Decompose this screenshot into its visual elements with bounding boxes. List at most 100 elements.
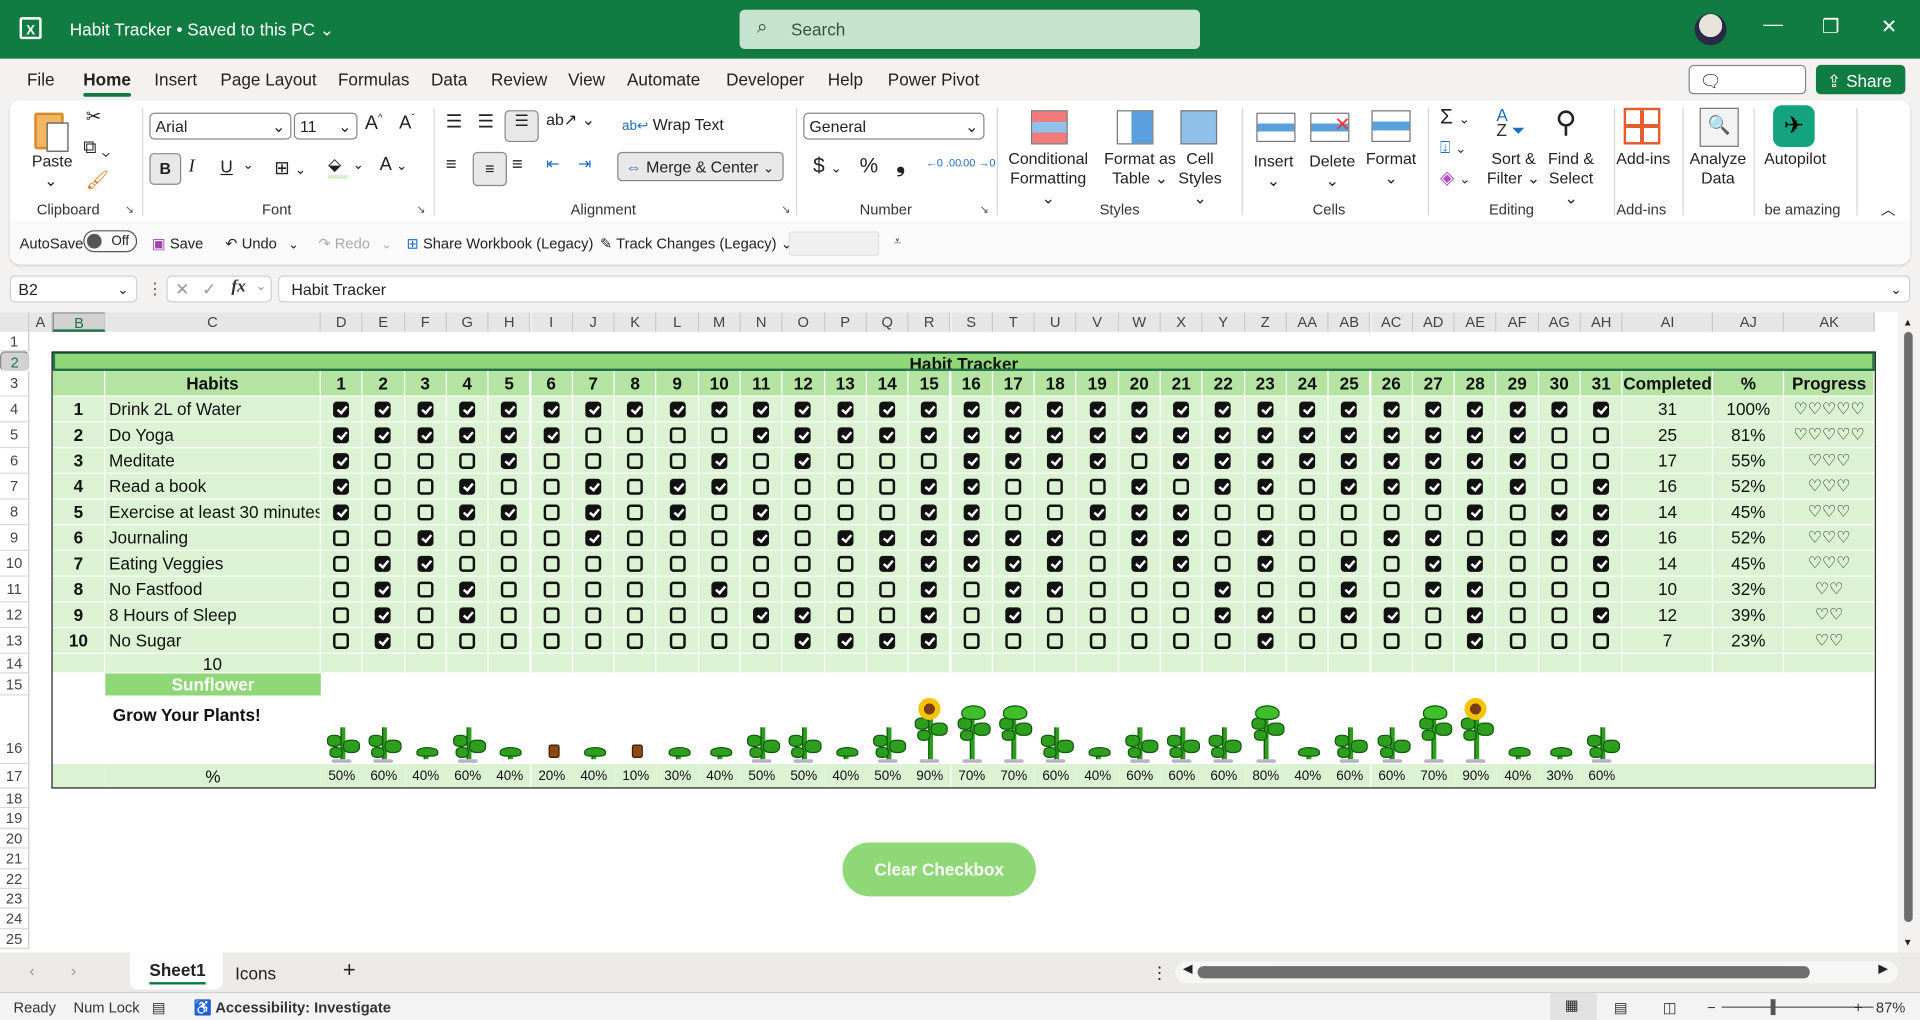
day-percent[interactable]: 70% bbox=[950, 764, 993, 789]
checkbox-unchecked[interactable] bbox=[417, 606, 434, 623]
habit-count[interactable]: 10 bbox=[105, 653, 321, 674]
insert-cells-button[interactable]: Insert ⌄ bbox=[1249, 152, 1298, 191]
day-cell[interactable] bbox=[1202, 473, 1245, 500]
tab-power-pivot[interactable]: Power Pivot bbox=[888, 70, 979, 90]
checkbox-checked[interactable] bbox=[1215, 452, 1232, 469]
header-day[interactable]: 10 bbox=[698, 371, 741, 397]
cell[interactable] bbox=[1713, 764, 1785, 789]
checkbox-checked[interactable] bbox=[1173, 555, 1190, 572]
undo-button[interactable]: ↶ Undo ⌄ bbox=[225, 235, 298, 252]
checkbox-unchecked[interactable] bbox=[753, 452, 770, 469]
row-header[interactable]: 6 bbox=[0, 448, 30, 474]
checkbox-checked[interactable] bbox=[1131, 503, 1148, 520]
column-header[interactable]: X bbox=[1160, 312, 1203, 332]
zoom-slider[interactable] bbox=[1721, 1006, 1874, 1008]
checkbox-unchecked[interactable] bbox=[501, 555, 518, 572]
checkbox-checked[interactable] bbox=[1551, 401, 1568, 417]
checkbox-checked[interactable] bbox=[501, 401, 518, 417]
day-cell[interactable] bbox=[1496, 602, 1539, 629]
habit-number[interactable]: 9 bbox=[52, 602, 106, 629]
header-day[interactable]: 30 bbox=[1538, 371, 1581, 397]
checkbox-unchecked[interactable] bbox=[417, 581, 434, 597]
checkbox-checked[interactable] bbox=[1215, 401, 1232, 417]
day-cell[interactable] bbox=[782, 499, 825, 526]
header-completed[interactable]: Completed bbox=[1622, 371, 1714, 397]
day-cell[interactable] bbox=[362, 422, 405, 449]
checkbox-checked[interactable] bbox=[1383, 478, 1400, 495]
day-cell[interactable] bbox=[1202, 422, 1245, 449]
checkbox-checked[interactable] bbox=[1593, 401, 1610, 417]
copy-icon[interactable]: ⧉ ⌄ bbox=[83, 137, 110, 158]
day-cell[interactable] bbox=[782, 551, 825, 577]
day-cell[interactable] bbox=[1454, 628, 1497, 654]
checkbox-unchecked[interactable] bbox=[669, 555, 686, 572]
day-cell[interactable] bbox=[698, 551, 741, 577]
day-percent[interactable]: 90% bbox=[1454, 764, 1497, 789]
column-header[interactable]: AD bbox=[1412, 312, 1455, 332]
checkbox-unchecked[interactable] bbox=[669, 606, 686, 623]
day-cell[interactable] bbox=[1496, 628, 1539, 654]
header-day[interactable]: 2 bbox=[362, 371, 405, 397]
day-cell[interactable] bbox=[1118, 602, 1161, 629]
column-header[interactable]: AH bbox=[1580, 312, 1623, 332]
day-cell[interactable] bbox=[656, 499, 699, 526]
cell[interactable] bbox=[1580, 653, 1623, 674]
checkbox-unchecked[interactable] bbox=[1131, 581, 1148, 597]
habit-name[interactable]: No Fastfood bbox=[105, 576, 321, 603]
day-cell[interactable] bbox=[1160, 422, 1203, 449]
checkbox-unchecked[interactable] bbox=[1425, 503, 1442, 520]
checkbox-unchecked[interactable] bbox=[1509, 632, 1526, 649]
header-percent[interactable]: % bbox=[1713, 371, 1785, 397]
checkbox-checked[interactable] bbox=[1257, 426, 1274, 443]
worksheet-grid[interactable]: A B C D E F G H I J K L M N O P Q R S T U V W X Y Z AA AB AC AD AE AF AG… bbox=[0, 312, 1898, 953]
percent-label[interactable]: % bbox=[105, 764, 321, 789]
day-cell[interactable] bbox=[950, 576, 993, 603]
checkbox-checked[interactable] bbox=[1593, 529, 1610, 546]
checkbox-unchecked[interactable] bbox=[417, 478, 434, 495]
day-cell[interactable] bbox=[1202, 448, 1245, 474]
scroll-up-icon[interactable]: ▲ bbox=[1903, 317, 1913, 328]
day-cell[interactable] bbox=[1076, 551, 1119, 577]
day-cell[interactable] bbox=[782, 602, 825, 629]
checkbox-checked[interactable] bbox=[1425, 581, 1442, 597]
horizontal-scroll-thumb[interactable] bbox=[1197, 966, 1810, 979]
row-header[interactable]: 3 bbox=[0, 371, 30, 397]
row-header[interactable]: 23 bbox=[0, 888, 30, 910]
day-cell[interactable] bbox=[488, 576, 531, 603]
autosave-toggle[interactable]: Off bbox=[83, 230, 138, 253]
scroll-down-icon[interactable]: ▼ bbox=[1903, 937, 1913, 948]
day-cell[interactable] bbox=[320, 422, 363, 449]
checkbox-checked[interactable] bbox=[1005, 529, 1022, 546]
day-cell[interactable] bbox=[404, 499, 447, 526]
day-cell[interactable] bbox=[992, 628, 1035, 654]
day-cell[interactable] bbox=[488, 499, 531, 526]
checkbox-unchecked[interactable] bbox=[669, 632, 686, 649]
checkbox-unchecked[interactable] bbox=[585, 426, 602, 443]
checkbox-checked[interactable] bbox=[1257, 478, 1274, 495]
header-progress[interactable]: Progress bbox=[1784, 371, 1876, 397]
checkbox-unchecked[interactable] bbox=[627, 426, 644, 443]
checkbox-unchecked[interactable] bbox=[1383, 555, 1400, 572]
checkbox-checked[interactable] bbox=[1131, 478, 1148, 495]
day-cell[interactable] bbox=[656, 576, 699, 603]
day-cell[interactable] bbox=[824, 396, 867, 423]
checkbox-checked[interactable] bbox=[879, 426, 896, 443]
cell[interactable] bbox=[656, 653, 699, 674]
header-day[interactable]: 14 bbox=[866, 371, 909, 397]
day-cell[interactable] bbox=[1496, 499, 1539, 526]
day-cell[interactable] bbox=[572, 396, 615, 423]
day-cell[interactable] bbox=[1286, 602, 1329, 629]
underline-dropdown-icon[interactable]: ⌄ bbox=[242, 157, 253, 173]
grow-plants-label[interactable]: Grow Your Plants! bbox=[53, 696, 321, 765]
day-cell[interactable] bbox=[488, 422, 531, 449]
column-header[interactable]: W bbox=[1118, 312, 1161, 332]
completion-percent[interactable]: 45% bbox=[1713, 551, 1785, 577]
completion-percent[interactable]: 100% bbox=[1713, 396, 1785, 423]
cell-styles-button[interactable]: Cell Styles ⌄ bbox=[1171, 149, 1230, 208]
day-cell[interactable] bbox=[1076, 576, 1119, 603]
checkbox-checked[interactable] bbox=[1215, 426, 1232, 443]
plant-type-label[interactable]: Sunflower bbox=[105, 673, 321, 696]
day-cell[interactable] bbox=[1244, 499, 1287, 526]
checkbox-checked[interactable] bbox=[459, 606, 476, 623]
checkbox-checked[interactable] bbox=[1467, 606, 1484, 623]
